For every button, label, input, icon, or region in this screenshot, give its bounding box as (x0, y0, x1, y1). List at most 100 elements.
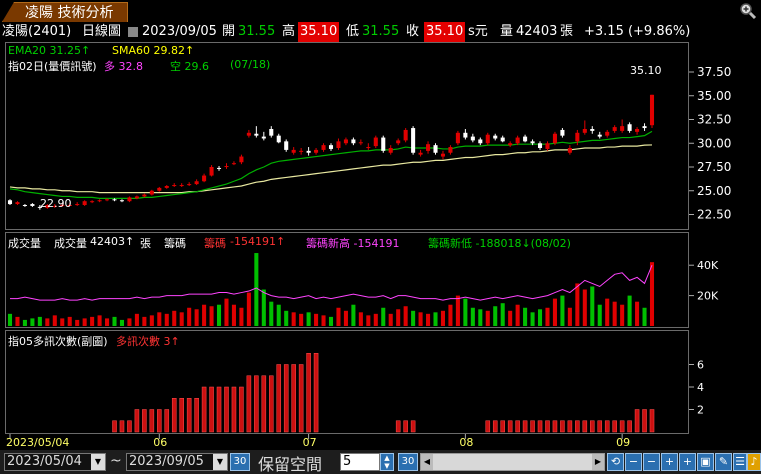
candle-body (194, 181, 199, 185)
candle-body (455, 132, 460, 144)
candle-body (605, 131, 610, 136)
volume-tick-label: 40K (697, 259, 719, 272)
chevron-down-icon[interactable]: ▼ (213, 454, 227, 470)
candle-body (284, 141, 289, 150)
candle-body (157, 187, 162, 191)
candle-body (635, 129, 640, 132)
minus-icon[interactable]: − (625, 453, 642, 471)
reserve-stepper[interactable]: ▲ ▼ (380, 453, 394, 471)
candle-body (97, 200, 102, 202)
chip-text: 籌碼 (204, 237, 226, 250)
candle-body (246, 132, 251, 136)
scroll-left-icon[interactable]: ◀ (421, 454, 433, 470)
candle-body (560, 129, 565, 136)
ema20-legend: EMA20 31.25↑ (8, 44, 91, 57)
candle-body (493, 135, 498, 139)
price-tick-label: 25.00 (697, 184, 731, 198)
plus-icon[interactable]: + (661, 453, 678, 471)
technical-analysis-window: 凌陽 技術分析 凌陽(2401) 日線圖 2023/09/05 開 31.55 … (0, 0, 761, 474)
chart-scrollbar[interactable]: ◀ ▶ (420, 453, 605, 471)
candle-body (239, 156, 244, 163)
x-tick-label: 2023/05/04 (6, 436, 69, 449)
candle-body (411, 128, 416, 153)
candle-body (343, 139, 348, 144)
date-range-separator: ~ (110, 453, 122, 469)
candle-body (567, 148, 572, 153)
price-tick-label: 37.50 (697, 65, 731, 79)
candle-body (470, 136, 475, 141)
signal-tick-label: 2 (697, 404, 704, 417)
end-date-select[interactable]: 2023/09/05 ▼ (126, 453, 228, 471)
candle-body (172, 185, 177, 187)
reserve-space-value: 5 (343, 454, 352, 469)
candle-body (22, 205, 27, 206)
candle-body (15, 202, 20, 205)
chip-high-legend: 籌碼新高 -154191 (306, 237, 400, 250)
candle-body (590, 129, 595, 131)
candle-body (30, 204, 35, 206)
candle-body (127, 197, 132, 202)
short-signal-legend: 空 29.6 (170, 60, 209, 73)
plus-icon[interactable]: + (679, 453, 696, 471)
candle-body (202, 175, 207, 182)
candle-body (508, 143, 513, 146)
start-date-select[interactable]: 2023/05/04 ▼ (4, 453, 106, 471)
layout-icon[interactable]: ☰ (733, 453, 747, 471)
signal-tick-label: 6 (697, 359, 704, 372)
candle-body (216, 167, 222, 169)
candle-body (388, 148, 393, 153)
sma60-legend: SMA60 29.82↑ (112, 44, 195, 57)
candle-body (515, 137, 520, 144)
candle-body (373, 137, 378, 147)
long-signal-legend: 多 32.8 (104, 60, 143, 73)
reserve-space-input[interactable]: 5 (340, 453, 380, 471)
x-tick-label: 06 (153, 436, 167, 449)
candle-body (649, 94, 655, 126)
candle-body (164, 186, 169, 188)
price-tick-label: 27.50 (697, 160, 731, 174)
candle-body (440, 153, 446, 157)
chip-value: -154191↑ (230, 235, 286, 248)
price-tick-label: 22.50 (697, 208, 731, 222)
candle-body (314, 149, 319, 153)
candle-body (582, 129, 587, 133)
chip-label: 籌碼 (164, 237, 186, 250)
candle-body (627, 124, 632, 131)
candle-body (433, 145, 438, 153)
bottom-toolbar: 2023/05/04 ▼ ~ 2023/09/05 ▼ 30 保留空間 5 ▲ ▼ 3… (0, 450, 761, 474)
start-date-value: 2023/05/04 (7, 454, 82, 469)
candle-body (552, 133, 557, 144)
min-price-label: 22.90 (40, 197, 72, 210)
reset-icon[interactable]: ⟲ (607, 453, 624, 471)
candle-body (523, 136, 528, 142)
bell-icon[interactable]: ♪ (747, 453, 761, 471)
candle-body (642, 126, 647, 129)
max-price-label: 35.10 (630, 64, 662, 77)
candle-body (209, 167, 214, 176)
candle-body (336, 141, 341, 148)
candle-body (142, 194, 147, 197)
x-tick-label: 07 (303, 436, 317, 449)
x-tick-label: 08 (459, 436, 473, 449)
scroll-right-icon[interactable]: ▶ (592, 454, 604, 470)
price-tick-label: 30.00 (697, 136, 731, 150)
candle-body (134, 196, 139, 199)
candle-body (112, 199, 117, 201)
pencil-icon[interactable]: ✎ (715, 453, 732, 471)
candle-body (478, 139, 483, 144)
candle-body (75, 204, 80, 206)
candle-body (269, 129, 274, 136)
indicator-label: 指02日(量價訊號) (8, 60, 97, 73)
reserve-30-button[interactable]: 30 (398, 453, 418, 471)
candle-body (403, 129, 408, 141)
minus-icon[interactable]: − (643, 453, 660, 471)
fit-icon[interactable]: ▣ (697, 453, 714, 471)
range-30-button[interactable]: 30 (230, 453, 250, 471)
candle-body (500, 137, 505, 142)
chip-low-legend: 籌碼新低 -188018↓(08/02) (428, 237, 571, 250)
volume-panel-title: 成交量 (8, 237, 41, 250)
candle-body (620, 126, 625, 131)
candle-body (418, 152, 423, 155)
candle-body (291, 149, 296, 153)
chevron-down-icon[interactable]: ▼ (91, 454, 105, 470)
